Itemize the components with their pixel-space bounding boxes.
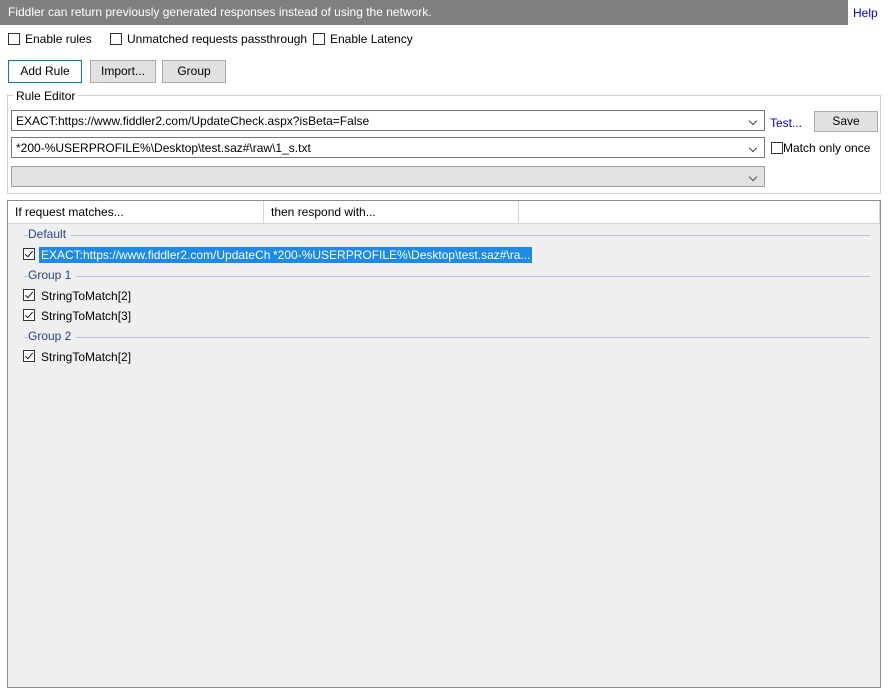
match-only-once-checkbox[interactable]: Match only once xyxy=(771,140,870,156)
extra-combobox[interactable] xyxy=(11,166,765,187)
chevron-down-icon xyxy=(750,174,758,179)
column-header-0[interactable]: If request matches... xyxy=(8,201,264,223)
match-only-once-label: Match only once xyxy=(783,141,871,155)
add-rule-button[interactable]: Add Rule xyxy=(8,60,82,83)
checkbox-box xyxy=(23,309,35,321)
column-header-2[interactable] xyxy=(519,201,880,223)
group-divider xyxy=(24,235,870,236)
test-link[interactable]: Test... xyxy=(770,116,802,130)
respond-combobox[interactable]: *200-%USERPROFILE%\Desktop\test.saz#\raw… xyxy=(11,137,765,158)
rule-row[interactable]: StringToMatch[2] xyxy=(8,347,880,367)
checkbox-box xyxy=(8,33,20,45)
option-label: Enable Latency xyxy=(330,32,413,46)
rule-row[interactable]: StringToMatch[2] xyxy=(8,286,880,306)
group-divider xyxy=(24,276,870,277)
rule-match-text: EXACT:https://www.fiddler2.com/UpdateCh.… xyxy=(39,247,283,263)
rule-group-header[interactable]: Default xyxy=(8,224,880,245)
rule-enabled-checkbox[interactable] xyxy=(23,248,35,263)
rules-list-header: If request matches... then respond with..… xyxy=(8,201,880,224)
group-divider xyxy=(24,337,870,338)
rule-group-header[interactable]: Group 2 xyxy=(8,326,880,347)
respond-combobox-value: *200-%USERPROFILE%\Desktop\test.saz#\raw… xyxy=(16,141,311,155)
info-banner-text: Fiddler can return previously generated … xyxy=(8,5,432,19)
rule-group-header[interactable]: Group 1 xyxy=(8,265,880,286)
rule-match-text: StringToMatch[2] xyxy=(41,350,132,364)
checkbox-box xyxy=(23,289,35,301)
option-checkbox-2[interactable]: Enable Latency xyxy=(313,30,413,48)
rule-editor-title: Rule Editor xyxy=(13,90,79,103)
checkbox-box xyxy=(313,33,325,45)
checkbox-box xyxy=(23,350,35,362)
info-banner: Fiddler can return previously generated … xyxy=(0,0,848,25)
rules-list-panel: If request matches... then respond with..… xyxy=(7,200,881,688)
checkbox-box xyxy=(110,33,122,45)
option-checkbox-1[interactable]: Unmatched requests passthrough xyxy=(110,30,307,48)
options-row: Enable rules Unmatched requests passthrou… xyxy=(0,30,888,50)
banner-row: Fiddler can return previously generated … xyxy=(0,0,888,25)
chevron-down-icon xyxy=(750,145,758,150)
option-label: Enable rules xyxy=(25,32,92,46)
rule-enabled-checkbox[interactable] xyxy=(23,350,35,365)
rules-list-body: Default EXACT:https://www.fiddler2.com/Up… xyxy=(8,224,880,687)
help-link[interactable]: Help xyxy=(853,6,878,20)
rule-match-text: StringToMatch[3] xyxy=(41,309,132,323)
option-label: Unmatched requests passthrough xyxy=(127,32,308,46)
group-name: Group 2 xyxy=(28,329,77,343)
group-button[interactable]: Group xyxy=(162,60,226,83)
group-name: Group 1 xyxy=(28,268,77,282)
group-name: Default xyxy=(28,227,72,241)
chevron-down-icon xyxy=(750,118,758,123)
match-combobox-value: EXACT:https://www.fiddler2.com/UpdateChe… xyxy=(16,114,370,128)
rule-respond-text: *200-%USERPROFILE%\Desktop\test.saz#\ra.… xyxy=(271,247,533,263)
rule-enabled-checkbox[interactable] xyxy=(23,289,35,304)
option-checkbox-0[interactable]: Enable rules xyxy=(8,30,92,48)
checkbox-box xyxy=(23,248,35,260)
rule-row[interactable]: StringToMatch[3] xyxy=(8,306,880,326)
rule-match-text: StringToMatch[2] xyxy=(41,289,132,303)
column-header-1[interactable]: then respond with... xyxy=(264,201,519,223)
rule-row[interactable]: EXACT:https://www.fiddler2.com/UpdateCh.… xyxy=(8,245,880,265)
checkbox-box xyxy=(771,142,783,154)
save-button[interactable]: Save xyxy=(814,111,878,132)
rule-enabled-checkbox[interactable] xyxy=(23,309,35,324)
match-combobox[interactable]: EXACT:https://www.fiddler2.com/UpdateChe… xyxy=(11,110,765,131)
import-button[interactable]: Import... xyxy=(90,60,156,83)
